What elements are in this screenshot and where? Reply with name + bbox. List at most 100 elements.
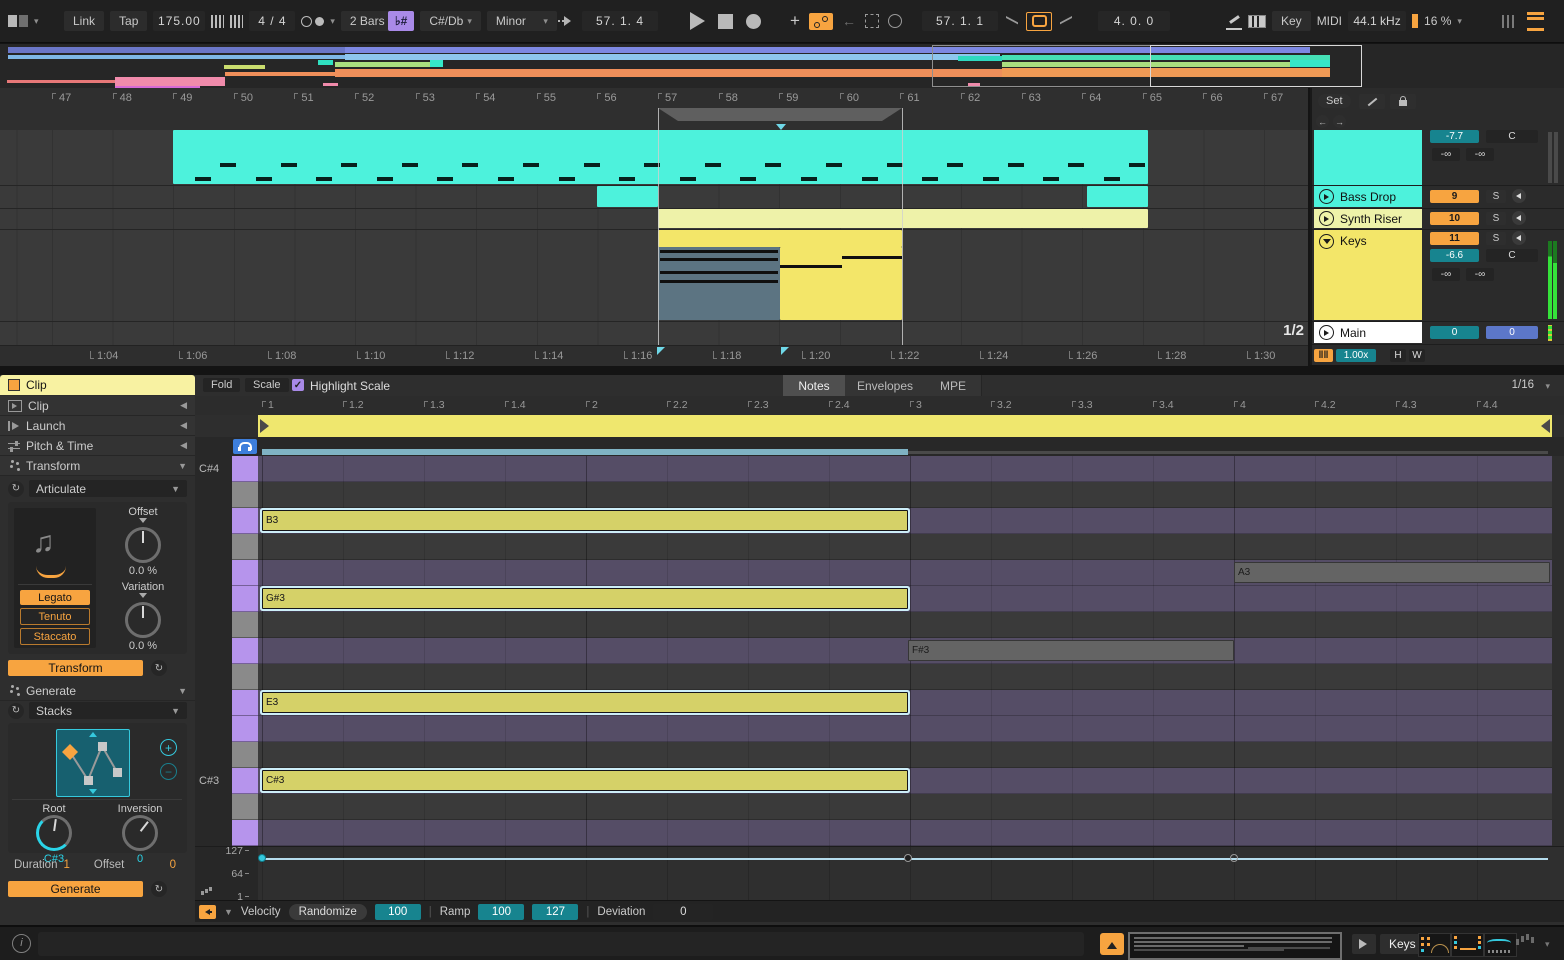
preview-headphone-icon[interactable] <box>233 439 257 454</box>
time-selection-strip[interactable] <box>262 449 908 455</box>
draw-mode-icon[interactable] <box>1226 13 1242 30</box>
note-row-C3[interactable] <box>258 794 1552 820</box>
key-scale-menu[interactable]: Minor▾ <box>487 11 557 31</box>
velocity-marker[interactable] <box>1230 854 1238 862</box>
automation-mode-button[interactable] <box>809 13 833 30</box>
piano-roll[interactable]: C#4C#3B3A3G#3F#3E3C#3 <box>195 456 1564 846</box>
keys-midi-channel[interactable]: 11 <box>1430 232 1479 245</box>
piano-key-D3[interactable] <box>232 742 258 768</box>
loop-switch[interactable] <box>1026 12 1052 31</box>
midi-note-E3[interactable]: E3 <box>262 692 908 713</box>
arrangement-overview[interactable] <box>0 44 1564 89</box>
main-pan[interactable]: 0 <box>1486 326 1538 339</box>
track-header-main[interactable]: Main <box>1314 322 1422 343</box>
bass-drop-solo-button[interactable]: S <box>1486 190 1506 203</box>
randomize-amount[interactable]: 100 <box>375 904 421 920</box>
midi-map-button[interactable]: MIDI <box>1317 14 1342 28</box>
synth-riser-speaker-icon[interactable] <box>1512 211 1526 225</box>
keys-solo-button[interactable]: S <box>1486 232 1506 245</box>
arrangement-loop-brace[interactable] <box>658 108 902 121</box>
section-transform[interactable]: Transform▼ <box>0 456 195 476</box>
transform-apply-button[interactable]: Transform <box>8 660 143 676</box>
ramp-from-value[interactable]: 100 <box>478 904 524 920</box>
section-generate[interactable]: Generate▼ <box>0 681 195 701</box>
metronome-caret[interactable]: ▾ <box>330 16 335 27</box>
velocity-marker[interactable] <box>904 854 912 862</box>
transform-reapply-icon[interactable]: ↻ <box>151 660 167 676</box>
legato-button[interactable]: Legato <box>20 590 90 605</box>
stop-button[interactable] <box>718 14 733 29</box>
track-header-1[interactable] <box>1314 130 1422 185</box>
capture-midi-icon[interactable] <box>865 14 879 28</box>
clip-overview-widget[interactable] <box>1128 932 1342 960</box>
generate-reapply-icon[interactable]: ↻ <box>151 881 167 897</box>
window-layout-icon[interactable] <box>8 15 28 27</box>
midi-note-A3[interactable]: A3 <box>1234 562 1550 583</box>
track-header-keys[interactable]: Keys <box>1314 230 1422 320</box>
track-header-synth-riser[interactable]: Synth Riser <box>1314 209 1422 228</box>
note-row-G3[interactable] <box>258 612 1552 638</box>
synth-riser-fold-icon[interactable] <box>1319 211 1334 226</box>
gen-offset-value[interactable]: 0 <box>170 859 176 871</box>
note-row-D#3[interactable] <box>258 716 1552 742</box>
main-volume[interactable]: 0 <box>1430 326 1479 339</box>
synth-riser-solo-button[interactable]: S <box>1486 212 1506 225</box>
metronome-icon[interactable] <box>301 16 324 27</box>
computer-midi-keyboard-icon[interactable] <box>1248 15 1266 28</box>
track1-send-b[interactable]: -∞ <box>1466 148 1494 161</box>
piano-key-A3[interactable] <box>232 560 258 586</box>
keys-send-a[interactable]: -∞ <box>1432 268 1460 281</box>
track-header-bass-drop[interactable]: Bass Drop <box>1314 186 1422 207</box>
nudge-up-icon[interactable] <box>230 15 243 28</box>
keys-fold-icon[interactable] <box>1319 234 1334 249</box>
piano-key-A#3[interactable] <box>232 534 258 560</box>
bass-drop-midi-channel[interactable]: 9 <box>1430 190 1479 203</box>
root-knob[interactable] <box>36 815 72 851</box>
track1-pan[interactable]: C <box>1486 130 1538 143</box>
cpu-caret[interactable]: ▾ <box>1457 16 1462 27</box>
midi-note-G#3[interactable]: G#3 <box>262 588 908 609</box>
highlight-scale-checkbox[interactable]: ✓ <box>292 379 304 391</box>
midi-note-F#3[interactable]: F#3 <box>908 640 1234 661</box>
record-button[interactable] <box>746 14 761 29</box>
piano-key-D#3[interactable] <box>232 716 258 742</box>
half-speed-button[interactable]: H <box>1390 349 1406 362</box>
transform-preset-dropdown[interactable]: Articulate▼ <box>29 480 187 497</box>
offset-knob[interactable] <box>125 527 161 563</box>
mixer-io-icon[interactable] <box>1502 15 1516 28</box>
next-locator-button[interactable]: → <box>1333 115 1346 128</box>
punch-out-icon[interactable] <box>1058 15 1074 27</box>
clip-play-button[interactable] <box>1352 934 1376 954</box>
double-speed-button[interactable]: W <box>1409 349 1425 362</box>
set-locator-button[interactable]: Set <box>1318 94 1351 108</box>
insert-marker-icon[interactable] <box>776 124 786 135</box>
loop-length-field[interactable]: 4. 0. 0 <box>1098 11 1170 31</box>
piano-key-C#3[interactable] <box>232 768 258 794</box>
overview-viewport-inner[interactable] <box>1150 45 1362 87</box>
piano-key-F#3[interactable] <box>232 638 258 664</box>
stacks-visualization[interactable] <box>56 729 130 797</box>
piano-key-B3[interactable] <box>232 508 258 534</box>
tab-mpe[interactable]: MPE <box>925 375 982 396</box>
section-clip[interactable]: Clip◀ <box>0 396 195 416</box>
prev-locator-button[interactable]: ← <box>1316 115 1329 128</box>
bass-drop-fold-icon[interactable] <box>1319 189 1334 204</box>
lock-envelopes-button[interactable] <box>1390 94 1416 109</box>
inversion-knob[interactable] <box>122 815 158 851</box>
note-row-C#4[interactable] <box>258 456 1552 482</box>
device-thumbnail-3[interactable] <box>1484 933 1517 957</box>
track1-send-a[interactable]: -∞ <box>1432 148 1460 161</box>
tab-notes[interactable]: Notes <box>783 375 846 396</box>
tenuto-button[interactable]: Tenuto <box>20 608 90 625</box>
warp-speed-icon[interactable]: ‖‖ <box>1314 349 1333 362</box>
fold-button[interactable]: Fold <box>203 378 240 392</box>
key-root-menu[interactable]: C#/Db▾ <box>420 11 481 31</box>
loop-end-marker-icon[interactable] <box>1534 419 1550 433</box>
deviation-value[interactable]: 0 <box>653 904 713 920</box>
new-button[interactable]: + <box>790 14 800 28</box>
info-view[interactable] <box>38 932 1084 956</box>
note-row-C4[interactable] <box>258 482 1552 508</box>
piano-key-C4[interactable] <box>232 482 258 508</box>
keys-send-b[interactable]: -∞ <box>1466 268 1494 281</box>
velocity-lane[interactable]: 127641 <box>195 846 1564 901</box>
